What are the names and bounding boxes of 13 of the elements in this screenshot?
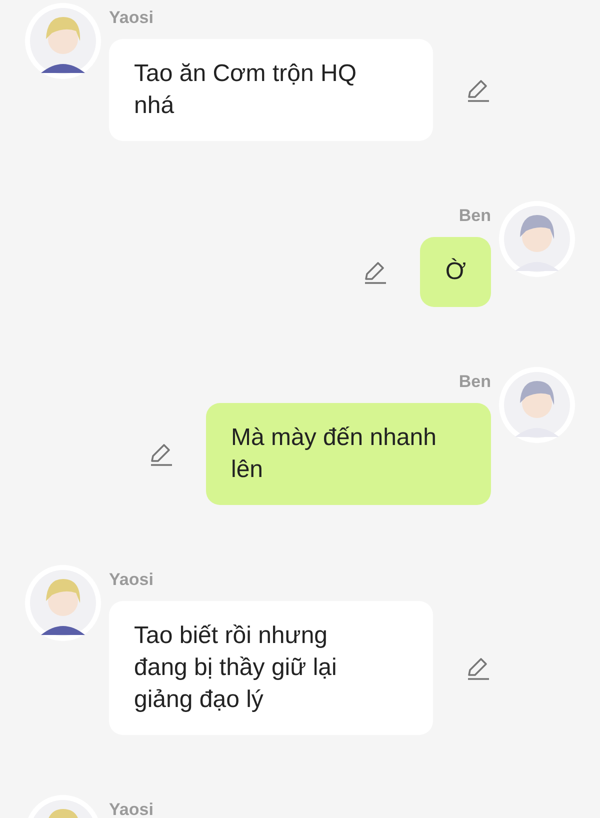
pencil-icon[interactable] <box>148 441 174 467</box>
sender-name: Yaosi <box>109 801 154 818</box>
pencil-icon[interactable] <box>362 259 388 285</box>
pencil-icon[interactable] <box>465 655 491 681</box>
message-bubble: Mà mày đến nhanh lên <box>206 403 491 505</box>
sender-name: Ben <box>458 373 491 391</box>
sender-name: Yaosi <box>109 9 154 27</box>
pencil-icon[interactable] <box>465 77 491 103</box>
sender-name: Yaosi <box>109 571 154 589</box>
message-bubble: Tao biết rồi nhưng đang bị thầy giữ lại giảng đạo lý <box>109 601 433 735</box>
message-bubble: Ờ <box>420 237 491 307</box>
sender-name: Ben <box>458 207 491 225</box>
message-bubble: Tao ăn Cơm trộn HQ nhá <box>109 39 433 141</box>
